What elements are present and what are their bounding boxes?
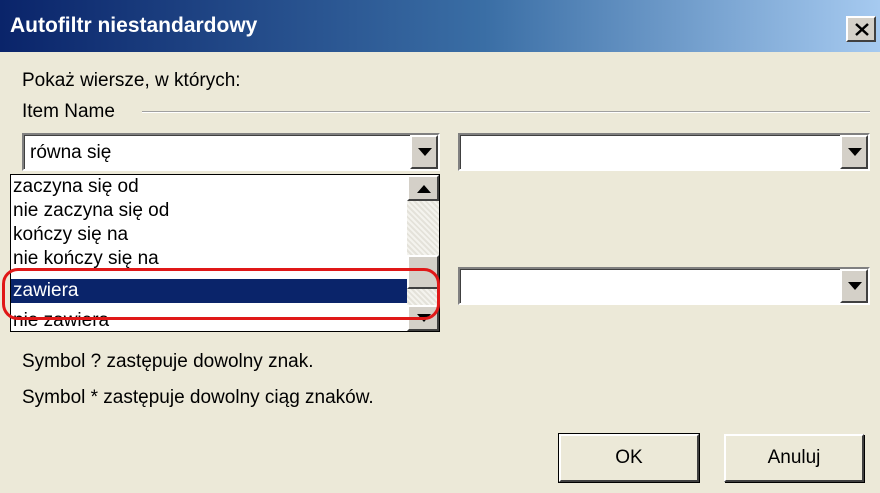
hint-single-char: Symbol ? zastępuje dowolny znak. [22, 351, 314, 372]
group-divider [142, 111, 870, 113]
arrow-up-icon [417, 185, 431, 193]
value2-dropdown-button[interactable] [840, 269, 868, 303]
value1-dropdown-button[interactable] [840, 135, 868, 169]
operator1-value: równa się [30, 142, 112, 163]
chevron-down-icon [848, 148, 862, 156]
list-item-ends-with[interactable]: kończy się na [11, 223, 407, 247]
scroll-up-button[interactable] [407, 175, 439, 201]
chevron-down-icon [418, 148, 432, 156]
list-item-starts-with[interactable]: zaczyna się od [11, 175, 407, 199]
operator1-select[interactable]: równa się [22, 133, 440, 171]
intro-label: Pokaż wiersze, w których: [22, 70, 241, 91]
ok-button[interactable]: OK [558, 433, 700, 483]
value2-select[interactable] [458, 267, 870, 305]
dialog-title: Autofiltr niestandardowy [10, 14, 258, 37]
title-bar: Autofiltr niestandardowy [0, 0, 880, 52]
list-item-not-starts-with[interactable]: nie zaczyna się od [11, 199, 407, 223]
chevron-down-icon [848, 282, 862, 290]
close-button[interactable] [846, 16, 876, 42]
operator1-dropdown-button[interactable] [410, 135, 438, 169]
field-group-label: Item Name [22, 101, 115, 122]
annotation-highlight-ring [2, 268, 440, 320]
close-icon [855, 23, 869, 36]
cancel-button[interactable]: Anuluj [724, 434, 864, 482]
value1-select[interactable] [458, 133, 870, 171]
hint-any-string: Symbol * zastępuje dowolny ciąg znaków. [22, 387, 374, 408]
